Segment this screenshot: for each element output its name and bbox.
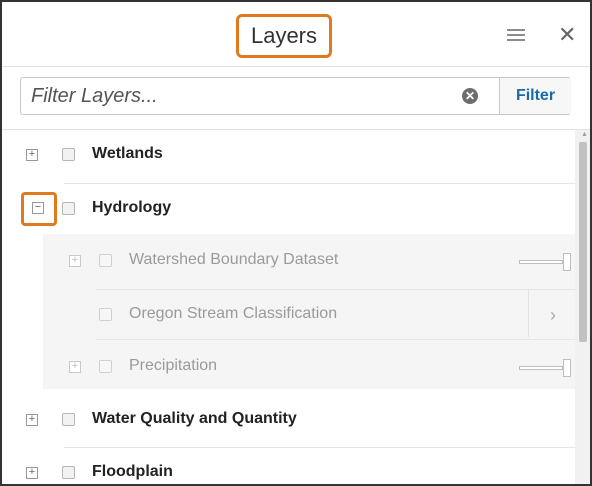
expand-icon[interactable]: + — [26, 414, 38, 426]
chevron-divider — [528, 289, 529, 337]
filter-bar: ✕ Filter — [20, 77, 571, 115]
panel-header: Layers ✕ — [2, 2, 590, 67]
opacity-slider-track[interactable] — [519, 366, 563, 370]
row-divider — [64, 447, 575, 448]
layer-label-watershed: Watershed Boundary Dataset — [129, 251, 339, 268]
collapse-highlight — [21, 192, 57, 226]
expand-icon[interactable]: + — [26, 149, 38, 161]
opacity-slider-handle[interactable] — [563, 253, 571, 271]
expand-icon[interactable]: + — [69, 361, 81, 373]
layer-checkbox-oregon-stream[interactable] — [99, 308, 112, 321]
layer-checkbox-water-quality[interactable] — [62, 413, 75, 426]
expand-icon[interactable]: + — [26, 467, 38, 479]
panel-title: Layers — [236, 14, 332, 58]
opacity-slider-handle[interactable] — [563, 359, 571, 377]
layer-checkbox-watershed[interactable] — [99, 254, 112, 267]
layer-checkbox-floodplain[interactable] — [62, 466, 75, 479]
opacity-slider-track[interactable] — [519, 260, 563, 264]
chevron-right-icon[interactable]: › — [550, 305, 556, 326]
clear-filter-icon[interactable]: ✕ — [462, 88, 478, 104]
layers-panel: Layers ✕ ✕ Filter ▲ + Wetlands − Hydrolo… — [0, 0, 592, 486]
layer-label-water-quality: Water Quality and Quantity — [92, 410, 297, 427]
layer-label-oregon-stream: Oregon Stream Classification — [129, 305, 338, 322]
row-divider — [96, 339, 575, 340]
layer-label-floodplain: Floodplain — [92, 463, 173, 480]
scroll-up-icon[interactable]: ▲ — [581, 131, 588, 138]
list-divider — [2, 129, 590, 130]
layer-checkbox-wetlands[interactable] — [62, 148, 75, 161]
menu-icon[interactable] — [507, 29, 525, 43]
layer-label-precipitation: Precipitation — [129, 357, 218, 374]
filter-input[interactable] — [21, 78, 449, 114]
row-divider — [96, 289, 575, 290]
close-icon[interactable]: ✕ — [558, 22, 576, 48]
expand-icon[interactable]: + — [69, 255, 81, 267]
layer-label-hydrology: Hydrology — [92, 199, 172, 216]
layer-checkbox-hydrology[interactable] — [62, 202, 75, 215]
layer-label-wetlands: Wetlands — [92, 145, 163, 162]
layer-checkbox-precipitation[interactable] — [99, 360, 112, 373]
scrollbar-thumb[interactable] — [579, 142, 587, 342]
filter-button[interactable]: Filter — [499, 78, 571, 114]
row-divider — [64, 183, 575, 184]
